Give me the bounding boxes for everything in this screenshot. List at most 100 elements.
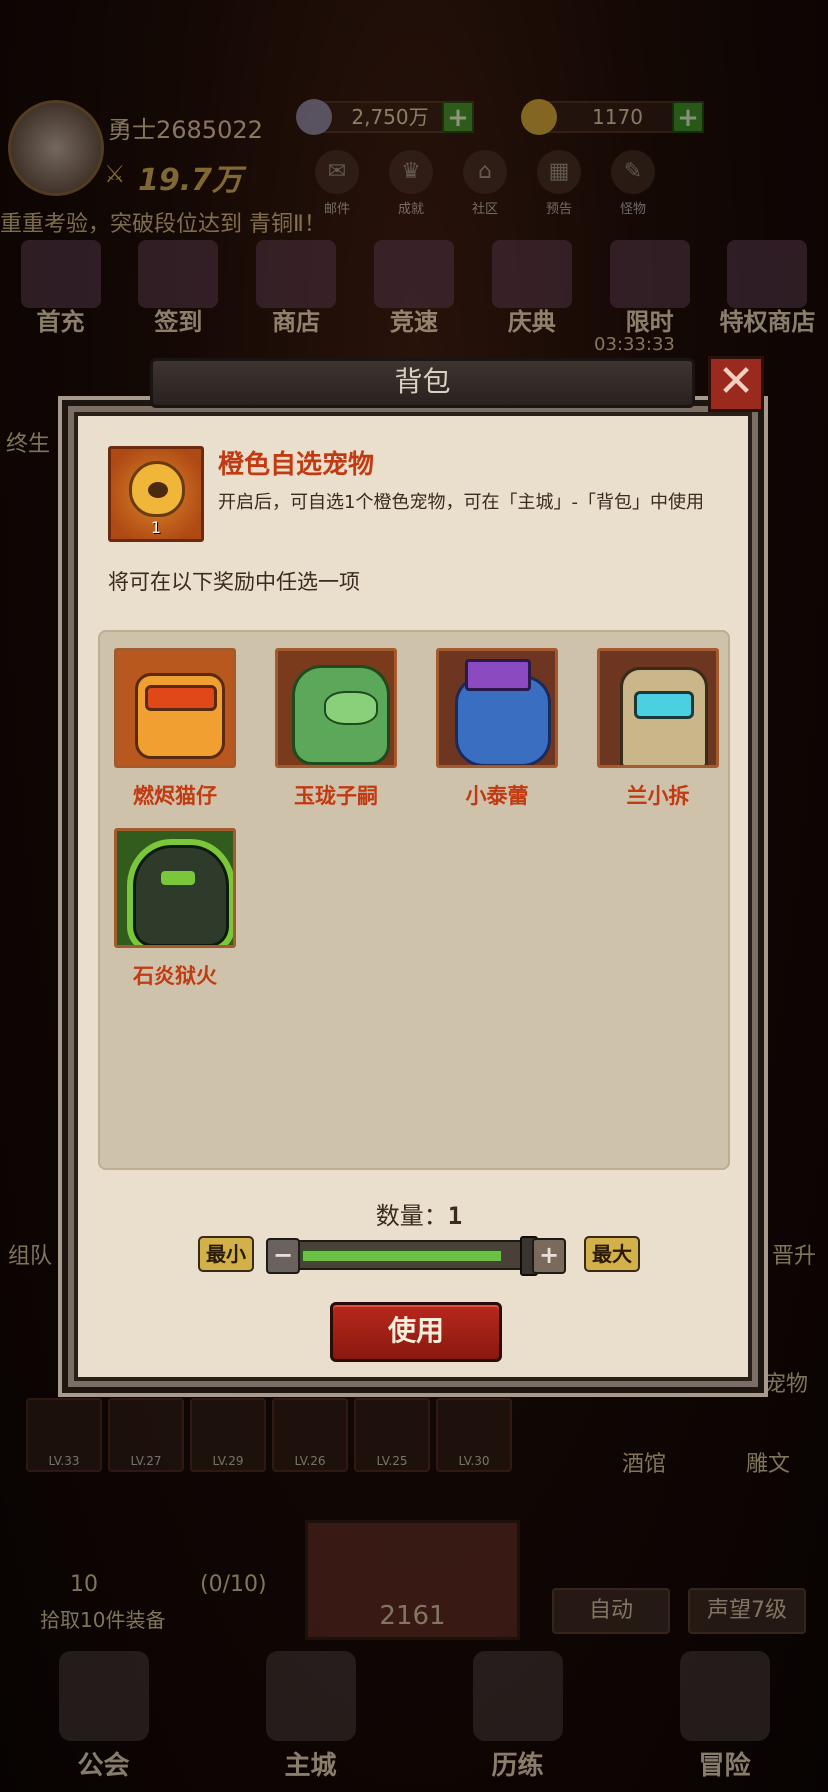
stone-flame-pet-icon bbox=[114, 828, 236, 948]
increment-button[interactable]: + bbox=[532, 1238, 566, 1274]
crossed-swords-icon bbox=[472, 1651, 563, 1741]
tavern-button[interactable]: 酒馆 bbox=[622, 1446, 666, 1478]
min-button[interactable]: 最小 bbox=[198, 1236, 254, 1272]
gift-icon bbox=[609, 240, 690, 308]
decrement-button[interactable]: − bbox=[266, 1238, 300, 1274]
first-charge-icon bbox=[20, 240, 101, 308]
portal-icon bbox=[679, 1651, 770, 1741]
reward-grid: 燃烬猫仔 玉珑子嗣 小泰蕾 兰小拆 石炎狱火 bbox=[98, 630, 730, 1170]
quantity-slider[interactable]: − + bbox=[266, 1236, 566, 1276]
guild-icon bbox=[58, 1651, 149, 1741]
gear-slot[interactable]: LV.25 bbox=[354, 1398, 430, 1472]
community-button[interactable]: ⌂ 社区 bbox=[463, 150, 507, 217]
bag-icon bbox=[129, 461, 185, 517]
loot-count: 10 bbox=[70, 1572, 98, 1597]
gear-slot[interactable]: LV.29 bbox=[190, 1398, 266, 1472]
menu-first-charge[interactable]: 首充 bbox=[8, 240, 113, 340]
blue-dino-pet-icon bbox=[436, 648, 558, 768]
calendar-icon: ▦ bbox=[537, 150, 581, 194]
gold-resource: 1170 + bbox=[521, 99, 704, 135]
slider-fill bbox=[302, 1250, 502, 1262]
reward-option[interactable]: 石炎狱火 bbox=[114, 828, 236, 990]
race-icon bbox=[373, 240, 454, 308]
reputation-button[interactable]: 声望7级 bbox=[688, 1588, 806, 1634]
pet-selection-dialog: 1 橙色自选宠物 开启后，可自选1个橙色宠物，可在「主城」-「背包」中使用 将可… bbox=[62, 400, 764, 1393]
loot-task: 拾取10件装备 bbox=[40, 1608, 166, 1632]
crown-icon bbox=[727, 240, 808, 308]
engrave-button[interactable]: 雕文 bbox=[746, 1446, 790, 1478]
reward-name: 燃烬猫仔 bbox=[133, 783, 217, 808]
menu-shop[interactable]: 商店 bbox=[244, 240, 349, 340]
item-description: 开启后，可自选1个橙色宠物，可在「主城」-「背包」中使用 bbox=[218, 492, 704, 513]
house-icon: ⌂ bbox=[463, 150, 507, 194]
reward-option[interactable]: 小泰蕾 bbox=[436, 648, 558, 810]
monster-icon: ✎ bbox=[611, 150, 655, 194]
nav-guild[interactable]: 公会 bbox=[44, 1651, 164, 1782]
player-avatar[interactable] bbox=[8, 100, 104, 196]
silver-resource: 2,750万 + bbox=[296, 99, 474, 135]
reward-name: 石炎狱火 bbox=[133, 963, 217, 988]
item-count: 1 bbox=[150, 518, 162, 537]
loot-bag-button[interactable]: 2161 bbox=[305, 1520, 520, 1640]
quantity-stepper: 最小 − + 最大 bbox=[68, 1236, 770, 1276]
mail-icon: ✉ bbox=[315, 150, 359, 194]
jade-dragon-pet-icon bbox=[275, 648, 397, 768]
castle-icon bbox=[265, 1651, 356, 1741]
choose-hint: 将可在以下奖励中任选一项 bbox=[108, 570, 360, 594]
power-icon: ⚔ bbox=[104, 160, 126, 188]
monster-button[interactable]: ✎ 怪物 bbox=[611, 150, 655, 217]
loot-progress: (0/10) bbox=[200, 1572, 267, 1597]
quantity-label: 数量： bbox=[375, 1202, 448, 1230]
promote-button[interactable]: 晋升 bbox=[772, 1238, 816, 1270]
reward-option[interactable]: 玉珑子嗣 bbox=[275, 648, 397, 810]
team-button[interactable]: 组队 bbox=[8, 1238, 52, 1270]
menu-privilege-shop[interactable]: 特权商店 bbox=[715, 240, 820, 340]
gear-slot[interactable]: LV.27 bbox=[108, 1398, 184, 1472]
gold-add-button[interactable]: + bbox=[672, 101, 704, 133]
use-button[interactable]: 使用 bbox=[330, 1302, 502, 1362]
bottom-nav: 公会 主城 历练 冒险 bbox=[0, 1651, 828, 1792]
quantity-display: 数量：1 bbox=[68, 1196, 770, 1231]
player-power: 19.7万 bbox=[138, 163, 243, 198]
item-title: 橙色自选宠物 bbox=[218, 450, 375, 480]
shop-icon bbox=[256, 240, 337, 308]
equipment-row: LV.33 LV.27 LV.29 LV.26 LV.25 LV.30 bbox=[26, 1398, 512, 1472]
nav-training[interactable]: 历练 bbox=[458, 1651, 578, 1782]
max-button[interactable]: 最大 bbox=[584, 1236, 640, 1272]
preview-button[interactable]: ▦ 预告 bbox=[537, 150, 581, 217]
marquee-text: 重重考验，突破段位达到 青铜Ⅱ！ bbox=[0, 212, 326, 237]
gear-slot[interactable]: LV.33 bbox=[26, 1398, 102, 1472]
menu-festival[interactable]: 庆典 bbox=[479, 240, 584, 340]
nav-main-city[interactable]: 主城 bbox=[251, 1651, 371, 1782]
gear-slot[interactable]: LV.26 bbox=[272, 1398, 348, 1472]
reward-option[interactable]: 兰小拆 bbox=[597, 648, 719, 810]
reward-name: 小泰蕾 bbox=[465, 783, 529, 808]
lifetime-label: 终生 bbox=[6, 432, 51, 457]
dialog-header: 背包 bbox=[150, 358, 695, 408]
close-icon[interactable]: ✕ bbox=[708, 356, 764, 412]
achievement-button[interactable]: ♛ 成就 bbox=[389, 150, 433, 217]
trophy-icon: ♛ bbox=[389, 150, 433, 194]
top-icon-row: ✉ 邮件 ♛ 成就 ⌂ 社区 ▦ 预告 ✎ 怪物 bbox=[315, 150, 655, 217]
auto-button[interactable]: 自动 bbox=[552, 1588, 670, 1634]
menu-limited[interactable]: 限时 bbox=[597, 240, 702, 340]
nav-adventure[interactable]: 冒险 bbox=[665, 1651, 785, 1782]
reward-name: 玉珑子嗣 bbox=[294, 783, 378, 808]
sign-in-icon bbox=[138, 240, 219, 308]
robot-pet-icon bbox=[597, 648, 719, 768]
festival-icon bbox=[491, 240, 572, 308]
orange-pet-bag-icon: 1 bbox=[108, 446, 204, 542]
reward-name: 兰小拆 bbox=[626, 783, 690, 808]
pet-button[interactable]: 宠物 bbox=[764, 1366, 808, 1398]
menu-sign-in[interactable]: 签到 bbox=[126, 240, 231, 340]
feature-menu: 首充 签到 商店 竞速 庆典 限时 特权商店 bbox=[0, 240, 828, 340]
player-name: 勇士2685022 bbox=[108, 116, 263, 144]
gear-slot[interactable]: LV.30 bbox=[436, 1398, 512, 1472]
reward-option[interactable]: 燃烬猫仔 bbox=[114, 648, 236, 810]
ember-cat-pet-icon bbox=[114, 648, 236, 768]
quantity-value: 1 bbox=[447, 1202, 463, 1230]
silver-add-button[interactable]: + bbox=[442, 101, 474, 133]
limited-timer: 03:33:33 bbox=[594, 334, 675, 355]
silver-coin-icon bbox=[296, 99, 332, 135]
menu-race[interactable]: 竞速 bbox=[361, 240, 466, 340]
